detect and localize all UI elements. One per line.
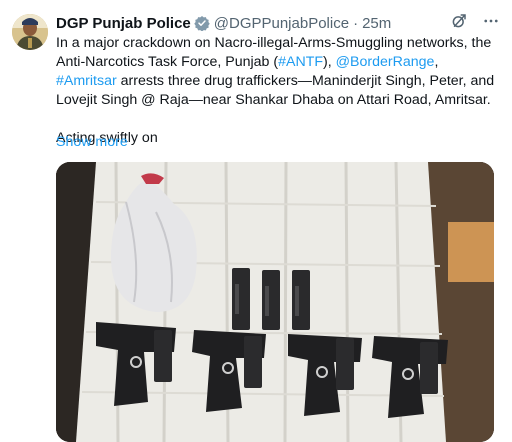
- show-more-link[interactable]: Show more: [56, 134, 128, 150]
- hashtag-amritsar-link[interactable]: #Amritsar: [56, 73, 117, 89]
- more-icon[interactable]: [482, 12, 500, 34]
- timestamp[interactable]: 25m: [362, 15, 391, 32]
- tweet-media-photo[interactable]: [56, 162, 494, 442]
- hashtag-antf-link[interactable]: #ANTF: [278, 54, 323, 70]
- avatar-image: [12, 14, 48, 50]
- verified-badge-icon: [194, 15, 210, 32]
- text-segment: arrests three drug traffickers—Maninderj…: [56, 73, 495, 108]
- author-handle[interactable]: @DGPPunjabPolice: [214, 15, 349, 32]
- tweet-header: DGP Punjab Police @DGPPunjabPolice · 25m: [56, 12, 500, 34]
- grok-icon[interactable]: [450, 12, 468, 34]
- photo-seized-weapons: [56, 162, 494, 442]
- tweet[interactable]: DGP Punjab Police @DGPPunjabPolice · 25m: [0, 0, 512, 442]
- tweet-paragraph-1: In a major crackdown on Nacro-illegal-Ar…: [56, 34, 496, 110]
- header-actions: [450, 12, 500, 34]
- author-name[interactable]: DGP Punjab Police: [56, 15, 191, 32]
- tweet-text: In a major crackdown on Nacro-illegal-Ar…: [56, 34, 496, 148]
- text-segment: ),: [323, 54, 336, 70]
- mention-borderrange-link[interactable]: @BorderRange: [336, 54, 435, 70]
- separator-dot: ·: [353, 14, 359, 32]
- avatar[interactable]: [12, 14, 48, 50]
- text-segment: ,: [434, 54, 439, 70]
